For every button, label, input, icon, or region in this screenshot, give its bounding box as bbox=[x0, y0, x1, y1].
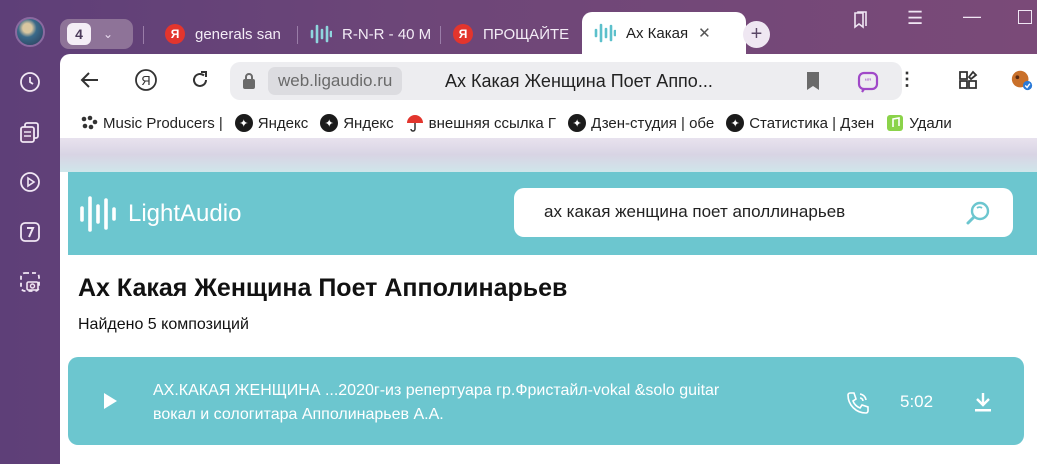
chevron-down-icon: ⌄ bbox=[103, 27, 114, 41]
bookmark-item[interactable]: ✦ Яндекс bbox=[320, 114, 394, 132]
play-circle-icon[interactable] bbox=[18, 170, 42, 194]
page-heading: Ах Какая Женщина Поет Апполинарьев bbox=[78, 274, 568, 302]
yandex-icon: Я bbox=[165, 24, 185, 44]
close-icon[interactable]: ✕ bbox=[698, 24, 711, 42]
green-note-icon bbox=[886, 114, 904, 132]
extension-avatar-button[interactable] bbox=[1010, 68, 1034, 92]
profile-avatar[interactable] bbox=[15, 17, 45, 47]
maximize-icon[interactable] bbox=[1018, 10, 1032, 24]
bookmarks-bar: Music Producers | ✦ Яндекс ✦ Яндекс внеш… bbox=[60, 108, 1037, 138]
yandex-star-icon: ✦ bbox=[320, 114, 339, 132]
collections-icon[interactable] bbox=[18, 120, 42, 144]
bookmark-item[interactable]: Удали bbox=[886, 114, 952, 132]
track-title-line2: вокал и сологитара Апполинарьев А.А. bbox=[153, 406, 444, 423]
bookmark-label: Статистика | Дзен bbox=[749, 114, 875, 132]
reload-icon bbox=[193, 71, 207, 87]
track-title: АХ.КАКАЯ ЖЕНЩИНА ...2020г-из репертуара … bbox=[153, 379, 833, 427]
svg-text:Я: Я bbox=[141, 73, 150, 88]
header-banner-image bbox=[60, 138, 1037, 172]
music-producers-icon bbox=[80, 114, 98, 132]
download-icon[interactable] bbox=[972, 391, 994, 413]
search-query: ах какая женщина поет аполлинарьев bbox=[544, 202, 846, 221]
domain-chip[interactable]: web.ligaudio.ru bbox=[268, 67, 403, 95]
seven-app-icon[interactable] bbox=[18, 220, 42, 244]
umbrella-icon bbox=[406, 114, 424, 132]
bookmark-item[interactable]: внешняя ссылка Г bbox=[406, 114, 556, 132]
more-menu-icon[interactable]: ⋮ bbox=[898, 69, 916, 90]
yandex-star-icon: ✦ bbox=[726, 114, 745, 132]
tab-rnr[interactable]: R-N-R - 40 M bbox=[310, 18, 436, 50]
ringtone-phone-icon[interactable] bbox=[845, 390, 871, 416]
back-button[interactable] bbox=[78, 68, 102, 92]
tab-count-badge: 4 bbox=[67, 23, 91, 45]
tab-separator bbox=[440, 26, 441, 44]
arrow-left-icon bbox=[80, 72, 98, 88]
site-logo[interactable]: LightAudio bbox=[78, 194, 241, 234]
page-content: LightAudio ах какая женщина поет аполлин… bbox=[60, 138, 1037, 464]
reload-button[interactable] bbox=[188, 68, 212, 92]
ligaudio-wave-icon bbox=[594, 23, 616, 43]
tab-title: generals san bbox=[195, 25, 281, 43]
ligaudio-wave-icon bbox=[310, 24, 332, 44]
tab-generals[interactable]: Я generals san bbox=[165, 18, 292, 50]
track-duration: 5:02 bbox=[900, 392, 934, 411]
tab-title: ПРОЩАЙТЕ bbox=[483, 25, 570, 43]
title-fade bbox=[803, 377, 833, 407]
brand-name: LightAudio bbox=[128, 200, 242, 227]
yandex-star-icon: ✦ bbox=[234, 114, 253, 132]
bookmark-label: Дзен-студия | обе bbox=[591, 114, 715, 132]
lock-icon bbox=[243, 73, 255, 89]
tab-active-ah-kakaya[interactable]: Ах Какая ✕ bbox=[582, 12, 746, 54]
bookmarks-panel-icon[interactable] bbox=[851, 10, 869, 30]
address-bar[interactable]: web.ligaudio.ru Ах Какая Женщина Поет Ап… bbox=[230, 62, 902, 100]
bookmark-label: внешняя ссылка Г bbox=[428, 114, 557, 132]
screenshot-icon[interactable] bbox=[18, 270, 42, 294]
yandex-icon: Я bbox=[453, 24, 473, 44]
bookmark-item[interactable]: Music Producers | bbox=[80, 114, 223, 132]
yandex-star-icon: ✦ bbox=[568, 114, 587, 132]
yandex-icon: Я bbox=[135, 69, 157, 91]
browser-window: Я web.ligaudio.ru Ах Какая Женщина Поет … bbox=[60, 54, 1037, 464]
svg-text:“”: “” bbox=[865, 77, 871, 87]
bookmark-item[interactable]: ✦ Дзен-студия | обе bbox=[568, 114, 714, 132]
bookmark-label: Music Producers | bbox=[103, 114, 223, 132]
track-row[interactable]: АХ.КАКАЯ ЖЕНЩИНА ...2020г-из репертуара … bbox=[68, 357, 1024, 445]
tab-separator bbox=[143, 26, 144, 44]
bookmark-item[interactable]: ✦ Статистика | Дзен bbox=[726, 114, 874, 132]
tab-proshchaite[interactable]: Я ПРОЩАЙТЕ bbox=[453, 18, 575, 50]
extensions-icon bbox=[959, 70, 978, 89]
extension-avatar-icon bbox=[1011, 70, 1033, 91]
site-header: LightAudio ах какая женщина поет аполлин… bbox=[68, 172, 1037, 255]
search-icon[interactable] bbox=[965, 200, 991, 226]
yandex-home-button[interactable]: Я bbox=[134, 68, 158, 92]
minimize-icon[interactable]: — bbox=[963, 6, 981, 27]
track-title-line1: АХ.КАКАЯ ЖЕНЩИНА ...2020г-из репертуара … bbox=[153, 382, 720, 399]
tab-title: Ах Какая bbox=[626, 24, 689, 42]
browser-toolbar: Я web.ligaudio.ru Ах Какая Женщина Поет … bbox=[60, 54, 1037, 106]
alice-chat-icon: “” bbox=[857, 71, 879, 93]
tab-separator bbox=[297, 26, 298, 44]
play-icon[interactable] bbox=[102, 392, 118, 410]
extensions-button[interactable] bbox=[956, 68, 980, 92]
tab-title: R-N-R - 40 M bbox=[342, 25, 432, 43]
bookmark-label: Яндекс bbox=[257, 114, 309, 132]
ligaudio-wave-icon bbox=[80, 196, 116, 232]
page-title-in-omnibox: Ах Какая Женщина Поет Аппо... bbox=[445, 71, 713, 91]
results-count: Найдено 5 композиций bbox=[78, 316, 249, 333]
bookmark-item[interactable]: ✦ Яндекс bbox=[234, 114, 309, 132]
bookmark-label: Удали bbox=[909, 114, 952, 132]
bookmark-icon[interactable] bbox=[805, 71, 821, 91]
search-input[interactable]: ах какая женщина поет аполлинарьев bbox=[514, 188, 1013, 237]
tab-count-button[interactable]: 4 ⌄ bbox=[60, 19, 133, 49]
bookmark-label: Яндекс bbox=[343, 114, 394, 132]
new-tab-button[interactable]: + bbox=[743, 21, 770, 48]
menu-icon[interactable]: ☰ bbox=[907, 8, 923, 29]
history-icon[interactable] bbox=[18, 70, 42, 94]
alice-button[interactable]: “” bbox=[848, 64, 888, 100]
